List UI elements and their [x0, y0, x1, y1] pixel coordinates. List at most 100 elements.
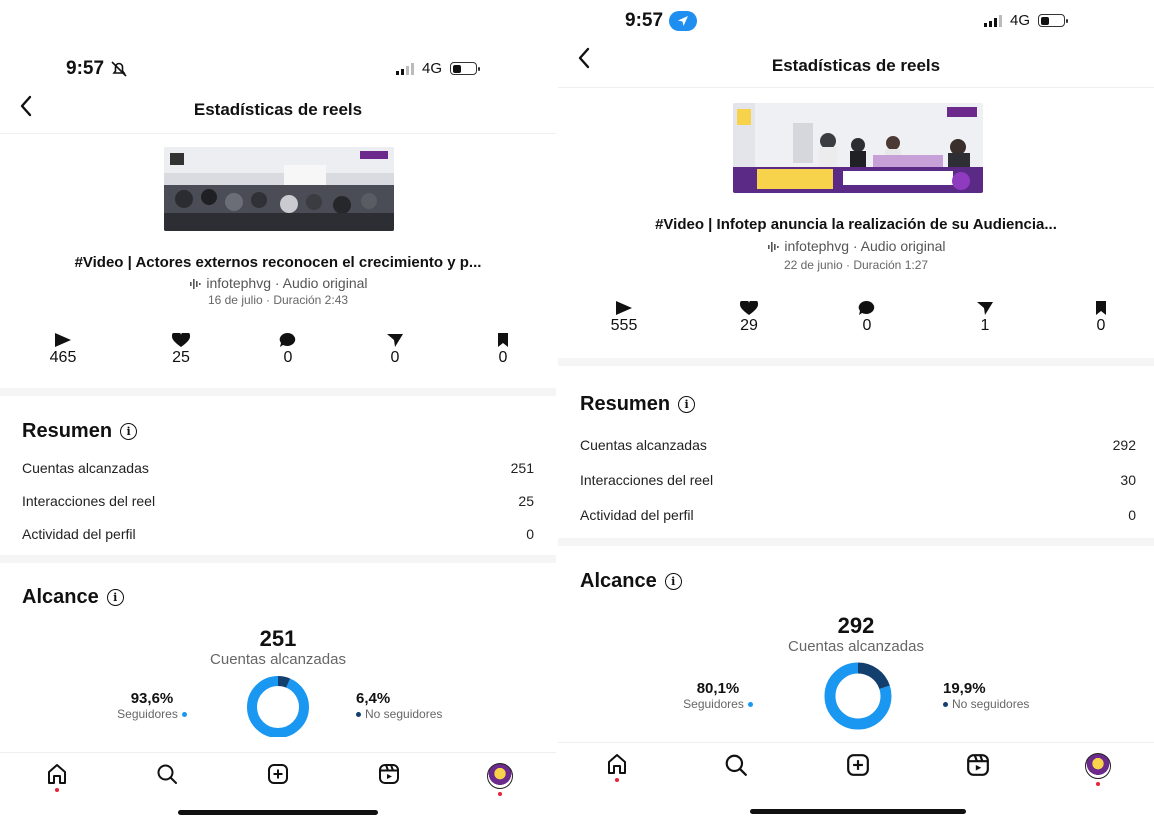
signal-icon	[396, 62, 414, 75]
reach-total-label: Cuentas alcanzadas	[210, 651, 346, 668]
info-icon[interactable]: i	[106, 589, 124, 606]
info-icon[interactable]: i	[678, 396, 696, 413]
battery-icon	[1038, 14, 1069, 27]
heart-icon	[172, 333, 190, 347]
summary-heading: Resumen i	[580, 393, 696, 416]
reel-date: 16 de julio · Duración 2:43	[207, 293, 349, 307]
profile-notification-dot	[498, 792, 502, 796]
followers-dot	[181, 711, 187, 717]
nonfollowers-label: No seguidores	[952, 697, 1030, 711]
nonfollowers-pct: 19,9%	[943, 680, 986, 697]
nonfollowers-dot	[943, 701, 948, 707]
save-icon	[1096, 301, 1106, 315]
page-title: Estadísticas de reels	[193, 100, 363, 119]
summary-row-value: 30	[1120, 472, 1136, 488]
home-notification-dot	[615, 778, 619, 782]
info-icon[interactable]: i	[120, 423, 138, 440]
stat-likes-value: 25	[172, 349, 190, 366]
comment-icon	[279, 333, 296, 347]
stat-plays-value: 465	[49, 349, 77, 366]
create-icon	[268, 764, 288, 784]
summary-row-value: 25	[518, 493, 534, 509]
summary-row-label: Actividad del perfil	[22, 526, 136, 542]
nav-reels[interactable]	[372, 763, 406, 803]
stat-saves: 0	[473, 333, 533, 367]
stat-comments-value: 0	[283, 349, 293, 366]
stat-shares: 1	[955, 301, 1015, 335]
header: Estadísticas de reels	[0, 90, 556, 134]
reel-audio-text: infotephvg · Audio original	[206, 275, 368, 291]
heart-icon	[740, 301, 758, 315]
reach-title: Alcance	[22, 586, 99, 608]
reel-thumbnail[interactable]	[733, 103, 983, 193]
bell-slash-icon	[111, 61, 127, 77]
home-indicator	[178, 810, 378, 815]
stat-likes-value: 29	[740, 317, 758, 334]
reel-date: 22 de junio · Duración 1:27	[783, 258, 929, 272]
stat-plays: 465	[33, 333, 93, 367]
search-icon	[725, 754, 747, 776]
summary-title: Resumen	[22, 420, 113, 442]
stat-shares: 0	[365, 333, 425, 367]
audio-wave-icon	[189, 279, 201, 289]
reach-total: 251	[259, 626, 297, 651]
followers-label: Seguidores	[683, 697, 744, 711]
nonfollowers-pct: 6,4%	[356, 690, 391, 707]
nav-search[interactable]	[150, 763, 184, 803]
home-icon	[608, 754, 626, 774]
reels-icon	[379, 764, 399, 784]
nav-create[interactable]	[261, 763, 295, 803]
comment-icon	[858, 301, 875, 315]
status-indicators: 4G	[396, 60, 481, 77]
nonfollowers-dot	[356, 711, 361, 717]
followers-label: Seguidores	[117, 707, 178, 721]
summary-row-label: Interacciones del reel	[580, 472, 714, 488]
summary-heading: Resumen i	[22, 420, 138, 443]
profile-avatar	[1085, 753, 1111, 779]
status-bar: 9:57 4G	[0, 56, 556, 84]
network-label: 4G	[1010, 12, 1031, 29]
stat-shares-value: 0	[390, 349, 400, 366]
reach-heading: Alcance i	[580, 570, 682, 593]
nav-profile[interactable]	[483, 763, 517, 803]
summary-row-value: 251	[510, 460, 534, 476]
summary-row-value: 292	[1112, 437, 1136, 453]
reel-thumbnail[interactable]	[164, 147, 394, 231]
location-icon	[669, 11, 698, 31]
reach-donut	[247, 676, 309, 737]
nav-home[interactable]	[40, 763, 74, 803]
signal-icon	[984, 14, 1002, 27]
nav-create[interactable]	[841, 753, 875, 793]
nav-search[interactable]	[719, 753, 753, 793]
status-time: 9:57	[66, 58, 128, 80]
create-icon	[847, 754, 869, 776]
share-icon	[977, 302, 993, 315]
stat-comments-value: 0	[862, 317, 872, 334]
followers-dot	[747, 701, 753, 707]
nav-reels[interactable]	[961, 753, 995, 793]
reach-title: Alcance	[580, 570, 657, 592]
reach-donut	[824, 662, 892, 730]
followers-pct: 93,6%	[130, 690, 174, 707]
nav-home[interactable]	[600, 753, 634, 793]
status-time: 9:57	[625, 10, 698, 32]
screen-left: 9:57 4G Estadísticas de reels #Video | A…	[0, 0, 556, 818]
reel-title: #Video | Actores externos reconocen el c…	[74, 254, 482, 271]
stat-saves-value: 0	[1096, 317, 1106, 334]
nonfollowers-stat: 6,4% No seguidores	[356, 690, 480, 721]
info-icon[interactable]: i	[664, 573, 682, 590]
summary-title: Resumen	[580, 393, 671, 415]
bottom-nav	[0, 752, 556, 818]
summary-row-label: Cuentas alcanzadas	[580, 437, 707, 453]
status-bar: 9:57 4G	[558, 8, 1154, 36]
reel-audio: infotephvg · Audio original	[558, 238, 1154, 254]
reach-total-label: Cuentas alcanzadas	[788, 638, 924, 655]
home-indicator	[750, 809, 966, 814]
summary-row-label: Interacciones del reel	[22, 493, 156, 509]
bottom-nav	[558, 742, 1154, 808]
summary-row-label: Cuentas alcanzadas	[22, 460, 149, 476]
nav-profile[interactable]	[1081, 753, 1115, 793]
search-icon	[157, 764, 177, 784]
summary-row-value: 0	[526, 526, 534, 542]
battery-icon	[450, 62, 481, 75]
